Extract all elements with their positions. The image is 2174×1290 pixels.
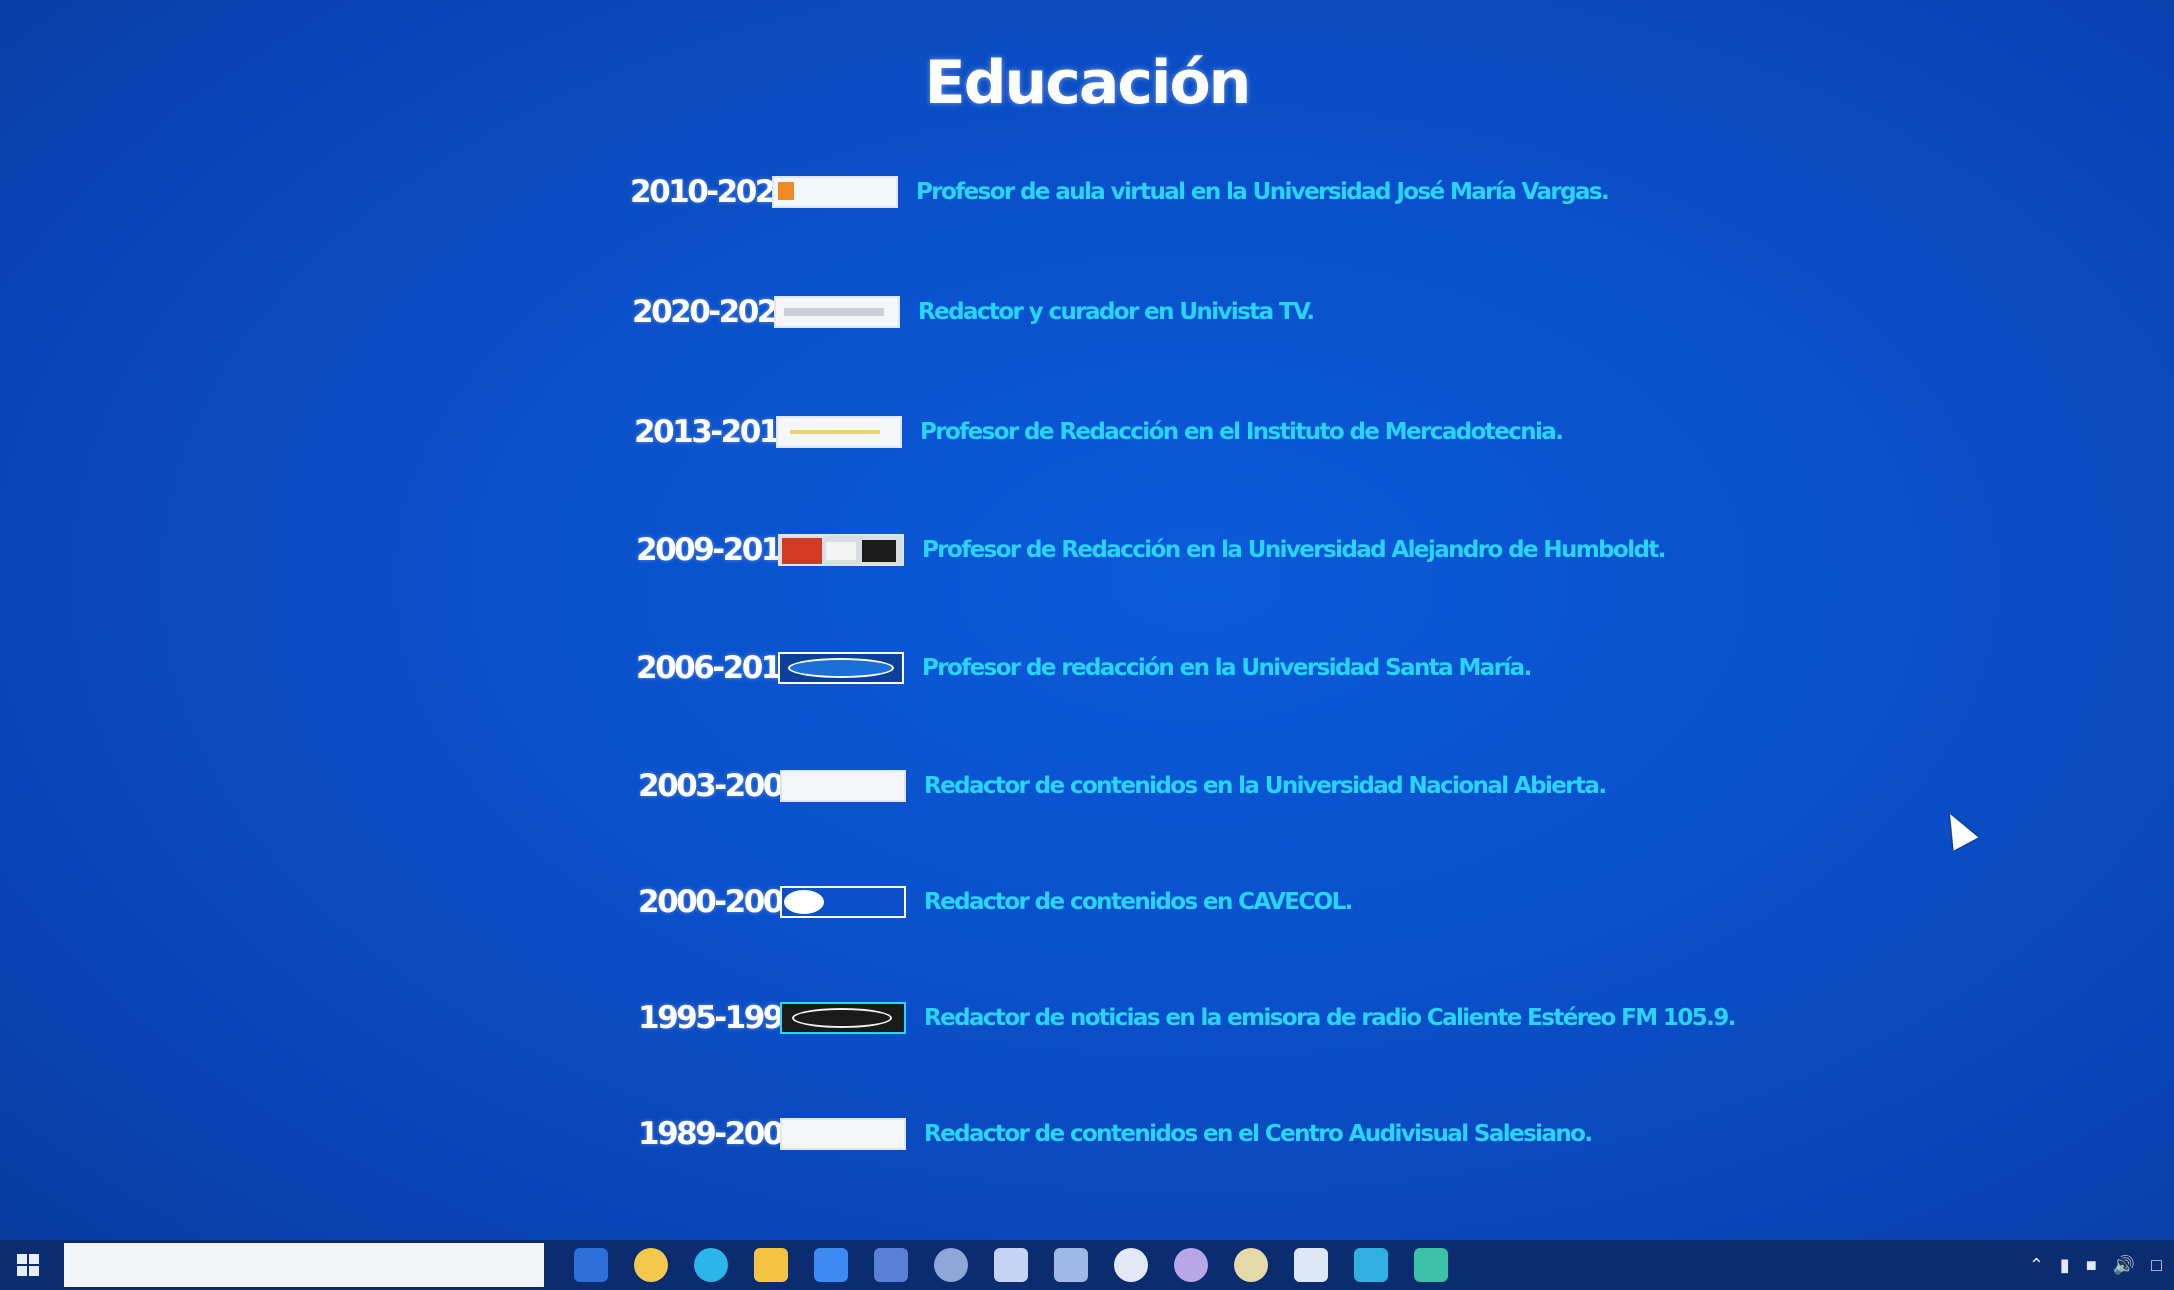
folder-icon[interactable] <box>754 1248 788 1282</box>
timeline-row: 2020-2022 Redactor y curador en Univista… <box>632 290 1315 334</box>
timeline-years: 2000-2002 <box>638 884 803 920</box>
edge-icon[interactable] <box>694 1248 728 1282</box>
timeline-description[interactable]: Redactor de contenidos en el Centro Audi… <box>924 1121 1593 1147</box>
page-title: Educación <box>924 48 1252 118</box>
taskbar-search-input[interactable] <box>64 1243 544 1287</box>
universidad-humboldt-logo[interactable] <box>778 534 904 566</box>
start-button[interactable] <box>0 1240 56 1290</box>
app-icon[interactable] <box>1174 1248 1208 1282</box>
timeline-row: 2000-2002 Redactor de contenidos en CAVE… <box>638 880 1353 924</box>
app-icon[interactable] <box>1054 1248 1088 1282</box>
mouse-cursor-icon <box>1937 807 1979 851</box>
windows-icon <box>17 1254 39 1276</box>
timeline-description[interactable]: Profesor de aula virtual en la Universid… <box>916 179 1610 205</box>
volume-icon[interactable]: 🔊 <box>2113 1255 2135 1276</box>
centro-audiovisual-salesiano-logo[interactable] <box>780 1118 906 1150</box>
taskbar: ⌃ ▮ ■ 🔊 □ <box>0 1240 2174 1290</box>
timeline-row: 2013-2016 Profesor de Redacción en el In… <box>634 410 1564 454</box>
timeline-row: 1995-1999 Redactor de noticias en la emi… <box>638 996 1736 1040</box>
store-icon[interactable] <box>814 1248 848 1282</box>
timeline-description[interactable]: Redactor de contenidos en CAVECOL. <box>924 889 1353 915</box>
timeline-description[interactable]: Profesor de Redacción en el Instituto de… <box>920 419 1564 445</box>
app-icon[interactable] <box>1114 1248 1148 1282</box>
battery-icon[interactable]: ▮ <box>2060 1255 2070 1276</box>
desktop-screen: Educación 2010-2022 Profesor de aula vir… <box>0 0 2174 1240</box>
timeline-description[interactable]: Redactor de noticias en la emisora de ra… <box>924 1005 1736 1031</box>
timeline-years: 2010-2022 <box>630 174 795 210</box>
timeline-row: 2006-2016 Profesor de redacción en la Un… <box>636 646 1532 690</box>
caliente-estereo-logo[interactable] <box>780 1002 906 1034</box>
app-icon[interactable] <box>1234 1248 1268 1282</box>
network-icon[interactable]: ■ <box>2086 1255 2097 1276</box>
timeline-description[interactable]: Redactor y curador en Univista TV. <box>918 299 1315 325</box>
universidad-santa-maria-logo[interactable] <box>778 652 904 684</box>
univista-tv-logo[interactable] <box>774 296 900 328</box>
timeline-years: 1989-2000 <box>638 1116 803 1152</box>
instituto-mercadotecnia-logo[interactable] <box>776 416 902 448</box>
timeline-years: 1995-1999 <box>638 1000 803 1036</box>
timeline-years: 2009-2016 <box>636 532 801 568</box>
timeline-years: 2003-2006 <box>638 768 803 804</box>
document-icon[interactable] <box>994 1248 1028 1282</box>
mail-icon[interactable] <box>874 1248 908 1282</box>
timeline-row: 2003-2006 Redactor de contenidos en la U… <box>638 764 1607 808</box>
file-explorer-icon[interactable] <box>574 1248 608 1282</box>
app-icon[interactable] <box>1414 1248 1448 1282</box>
timeline-row: 2010-2022 Profesor de aula virtual en la… <box>630 170 1610 214</box>
taskbar-app-icons <box>574 1248 1448 1282</box>
cavecol-logo[interactable] <box>780 886 906 918</box>
timeline-description[interactable]: Redactor de contenidos en la Universidad… <box>924 773 1607 799</box>
browser-icon[interactable] <box>634 1248 668 1282</box>
system-tray: ⌃ ▮ ■ 🔊 □ <box>2029 1240 2162 1290</box>
timeline-row: 1989-2000 Redactor de contenidos en el C… <box>638 1112 1593 1156</box>
timeline-years: 2006-2016 <box>636 650 801 686</box>
timeline-description[interactable]: Profesor de Redacción en la Universidad … <box>922 537 1667 563</box>
app-icon[interactable] <box>1354 1248 1388 1282</box>
universidad-nacional-abierta-logo[interactable] <box>780 770 906 802</box>
timeline-description[interactable]: Profesor de redacción en la Universidad … <box>922 655 1532 681</box>
media-icon[interactable] <box>934 1248 968 1282</box>
chevron-up-icon[interactable]: ⌃ <box>2029 1255 2044 1276</box>
university-jose-maria-vargas-logo[interactable] <box>772 176 898 208</box>
app-icon[interactable] <box>1294 1248 1328 1282</box>
timeline-row: 2009-2016 Profesor de Redacción en la Un… <box>636 528 1667 572</box>
notification-icon[interactable]: □ <box>2151 1255 2162 1276</box>
timeline-years: 2013-2016 <box>634 414 799 450</box>
timeline-years: 2020-2022 <box>632 294 797 330</box>
